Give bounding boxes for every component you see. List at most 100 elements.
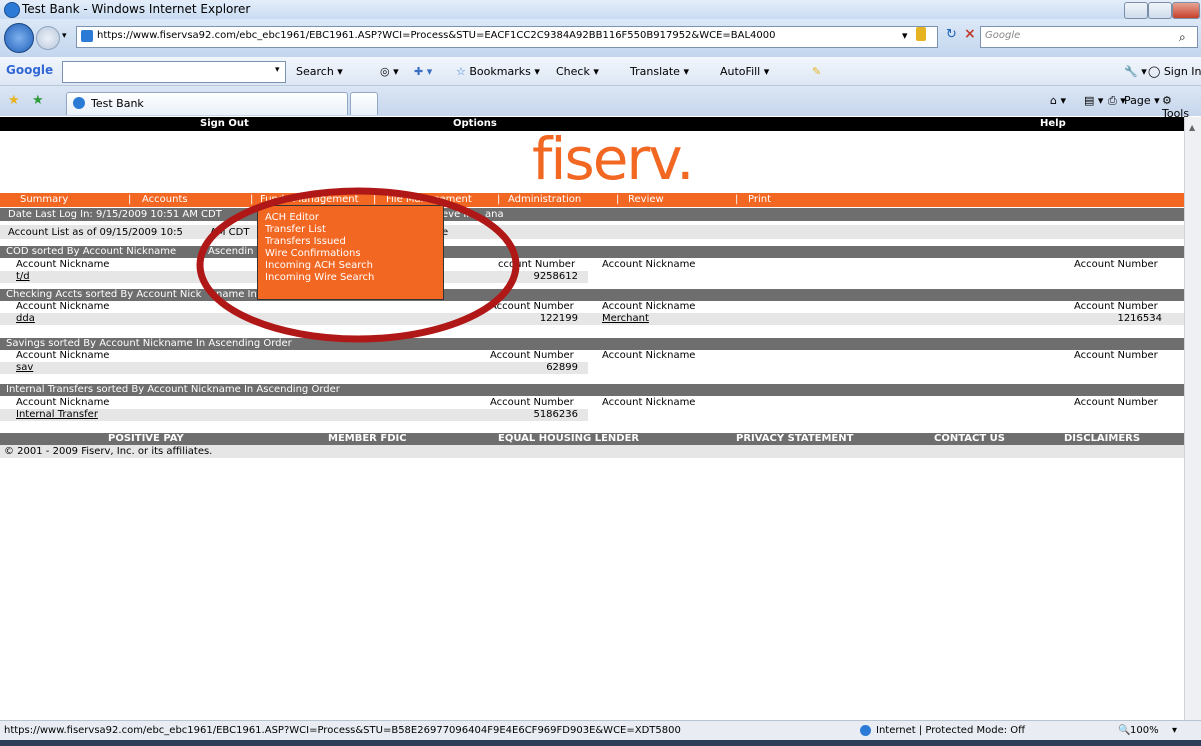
menu-review[interactable]: Review xyxy=(628,194,664,205)
copyright-band: © 2001 - 2009 Fiserv, Inc. or its affili… xyxy=(0,445,1184,458)
translate-button[interactable]: Translate ▾ xyxy=(630,65,689,78)
dropdown-arrow-icon[interactable]: ▾ xyxy=(902,29,908,42)
account-link-internal-transfer[interactable]: Internal Transfer xyxy=(16,409,98,420)
status-zone: Internet | Protected Mode: Off xyxy=(876,725,1026,736)
footer-contact-us[interactable]: CONTACT US xyxy=(934,433,1005,444)
close-button[interactable] xyxy=(1172,2,1200,19)
signin-label: Sign In xyxy=(1163,65,1201,78)
new-tab-button[interactable] xyxy=(350,92,378,115)
section-internal-transfers-header: Internal Transfers sorted By Account Nic… xyxy=(0,384,1184,396)
empty-cell xyxy=(588,362,1184,374)
footer-disclaimers[interactable]: DISCLAIMERS xyxy=(1064,433,1140,444)
ie-logo-icon xyxy=(4,2,20,18)
back-button[interactable] xyxy=(4,23,34,53)
footer-nav: POSITIVE PAY MEMBER FDIC EQUAL HOUSING L… xyxy=(0,433,1184,445)
empty-cell xyxy=(588,409,1184,421)
account-list-band: Account List as of 09/15/2009 10:5 AM CD… xyxy=(0,225,1184,239)
refresh-icon[interactable]: ↻ xyxy=(946,27,957,42)
menu-separator: | xyxy=(128,194,132,205)
vertical-scrollbar[interactable]: ▲ xyxy=(1184,117,1201,720)
translate-label: Translate xyxy=(630,65,680,78)
account-link-merchant[interactable]: Merchant xyxy=(602,313,649,324)
account-link-td[interactable]: t/d xyxy=(16,271,30,282)
search-button-label: Search xyxy=(296,65,334,78)
page-icon xyxy=(81,30,93,42)
account-list-text: Account List as of 09/15/2009 10:5 xyxy=(8,227,183,238)
menu-separator: | xyxy=(735,194,739,205)
table-row: t/d 9258612 xyxy=(0,271,1184,283)
lock-icon[interactable] xyxy=(916,27,926,41)
minimize-button[interactable] xyxy=(1124,2,1148,19)
favorites-star-icon[interactable]: ★ xyxy=(8,93,20,108)
url-text: https://www.fiservsa92.com/ebc_ebc1961/E… xyxy=(97,30,776,41)
col-nickname: Account Nickname xyxy=(16,259,110,270)
annotation-ellipse-shape xyxy=(196,187,520,343)
account-link-dda[interactable]: dda xyxy=(16,313,35,324)
section-title: COD sorted By Account Nickname xyxy=(6,246,177,257)
search-input[interactable]: Google ⌕ xyxy=(980,26,1198,48)
google-dropdown-icon[interactable]: ▾ xyxy=(275,65,280,75)
feeds-icon[interactable]: ▤ ▾ xyxy=(1084,94,1103,107)
zoom-dropdown-icon[interactable]: ▾ xyxy=(1172,725,1177,736)
maximize-button[interactable] xyxy=(1148,2,1172,19)
account-link-sav[interactable]: sav xyxy=(16,362,33,373)
empty-cell xyxy=(588,271,1184,283)
url-field[interactable]: https://www.fiservsa92.com/ebc_ebc1961/E… xyxy=(76,26,938,48)
col-number-right: Account Number xyxy=(1074,301,1158,312)
stop-icon[interactable]: × xyxy=(964,26,976,42)
search-icon[interactable]: ⌕ xyxy=(1179,30,1186,45)
table-row: Internal Transfer 5186236 xyxy=(0,409,1184,421)
home-icon[interactable]: ⌂ ▾ xyxy=(1050,94,1066,107)
footer-member-fdic[interactable]: MEMBER FDIC xyxy=(328,433,407,444)
col-number-right: Account Number xyxy=(1074,397,1158,408)
options-link[interactable]: Options xyxy=(453,118,497,129)
recent-pages-icon[interactable]: ▾ xyxy=(62,31,67,41)
page-menu-label: Page xyxy=(1124,94,1151,107)
col-nickname: Account Nickname xyxy=(16,301,110,312)
search-button[interactable]: Search ▾ xyxy=(296,65,343,78)
signout-link[interactable]: Sign Out xyxy=(200,118,249,129)
table-row: dda 122199 Merchant 1216534 xyxy=(0,313,1184,325)
scroll-up-icon[interactable]: ▲ xyxy=(1189,123,1195,132)
footer-equal-housing[interactable]: EQUAL HOUSING LENDER xyxy=(498,433,639,444)
menu-separator: | xyxy=(616,194,620,205)
menu-accounts[interactable]: Accounts xyxy=(142,194,188,205)
tab-row: ★ ★ Test Bank ⌂ ▾ ▤ ▾ ⎙ ▾ Page ▾ ⚙ Tools xyxy=(0,86,1201,120)
plus-icon[interactable]: ✚ ▾ xyxy=(414,65,432,78)
section-checking-header: Checking Accts sorted By Account Nick na… xyxy=(0,289,1184,301)
forward-button[interactable] xyxy=(36,26,60,50)
autofill-button[interactable]: AutoFill ▾ xyxy=(720,65,769,78)
page-content: Sign Out Options Help fiserv. Summary | … xyxy=(0,117,1184,720)
col-number-right: Account Number xyxy=(1074,350,1158,361)
google-search-input[interactable] xyxy=(62,61,286,83)
wrench-icon[interactable]: 🔧 ▾ xyxy=(1124,65,1147,78)
col-nickname-right: Account Nickname xyxy=(602,301,696,312)
pencil-icon[interactable]: ✎ xyxy=(812,65,821,78)
col-nickname: Account Nickname xyxy=(16,350,110,361)
check-button[interactable]: Check ▾ xyxy=(556,65,599,78)
internet-zone-icon xyxy=(860,725,871,736)
section-title: Checking Accts sorted By Account Nick xyxy=(6,289,202,300)
zoom-level[interactable]: 100% xyxy=(1130,725,1159,736)
search-placeholder: Google xyxy=(985,30,1021,41)
site-menu: Summary | Accounts | Funds Management | … xyxy=(0,193,1184,207)
page-menu[interactable]: Page ▾ xyxy=(1124,94,1160,107)
col-number: Account Number xyxy=(490,397,574,408)
tab-test-bank[interactable]: Test Bank xyxy=(66,92,348,115)
menu-print[interactable]: Print xyxy=(748,194,771,205)
menu-summary[interactable]: Summary xyxy=(20,194,68,205)
bookmarks-label: Bookmarks xyxy=(469,65,531,78)
bookmarks-button[interactable]: ☆ Bookmarks ▾ xyxy=(456,65,540,78)
annotation-ellipse xyxy=(196,187,520,343)
signin-button[interactable]: ◯ Sign In ▾ xyxy=(1148,65,1201,78)
zoom-icon[interactable]: 🔍 xyxy=(1118,725,1130,736)
window-title: Test Bank - Windows Internet Explorer xyxy=(22,2,251,16)
toolbar-tools-icon[interactable]: ◎ ▾ xyxy=(380,65,399,78)
title-bar: Test Bank - Windows Internet Explorer xyxy=(0,0,1201,19)
add-favorite-icon[interactable]: ★ xyxy=(32,93,44,108)
col-nickname: Account Nickname xyxy=(16,397,110,408)
help-link[interactable]: Help xyxy=(1040,118,1066,129)
footer-privacy-statement[interactable]: PRIVACY STATEMENT xyxy=(736,433,853,444)
google-logo: Google xyxy=(6,63,54,77)
footer-positive-pay[interactable]: POSITIVE PAY xyxy=(108,433,184,444)
